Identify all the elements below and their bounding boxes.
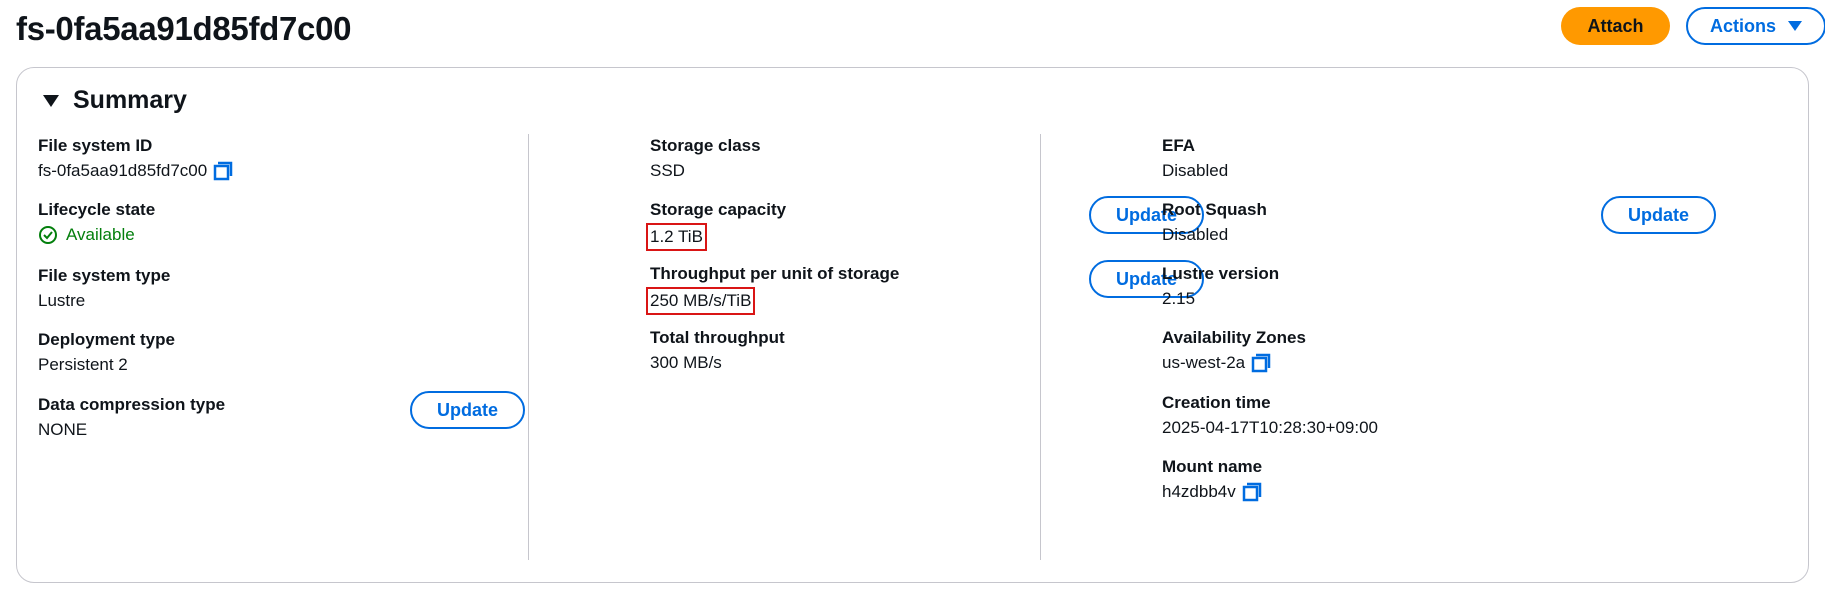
field-label: Lustre version: [1162, 264, 1280, 283]
field-root-squash: Root Squash Disabled: [1162, 198, 1267, 247]
field-data-compression-type: Data compression type NONE: [38, 393, 225, 442]
lifecycle-state-value: Available: [66, 225, 135, 244]
page: fs-0fa5aa91d85fd7c00 Attach Actions Summ…: [0, 0, 1825, 596]
field-file-system-id: File system ID fs-0fa5aa91d85fd7c00: [38, 134, 234, 183]
field-value: 250 MB/s/TiB: [646, 287, 899, 315]
field-file-system-type: File system type Lustre: [38, 264, 170, 313]
field-value: NONE: [38, 420, 88, 439]
field-label: Creation time: [1162, 393, 1271, 412]
file-system-id-value: fs-0fa5aa91d85fd7c00: [38, 161, 208, 180]
field-throughput-per-unit: Throughput per unit of storage 250 MB/s/…: [646, 262, 900, 315]
field-value: Available: [38, 223, 155, 247]
field-label: File system type: [38, 266, 171, 285]
column-divider: [528, 134, 529, 560]
field-value: 300 MB/s: [650, 353, 722, 372]
storage-capacity-value: 1.2 TiB: [646, 223, 707, 251]
page-title: fs-0fa5aa91d85fd7c00: [16, 10, 352, 47]
actions-dropdown-button[interactable]: Actions: [1686, 7, 1825, 45]
update-root-squash-button[interactable]: Update: [1601, 196, 1716, 234]
field-storage-class: Storage class SSD: [650, 134, 761, 183]
column-divider: [1040, 134, 1041, 560]
field-value: fs-0fa5aa91d85fd7c00: [38, 159, 234, 183]
field-label: File system ID: [38, 136, 153, 155]
attach-button[interactable]: Attach: [1561, 7, 1670, 45]
caret-down-icon: [43, 94, 59, 107]
field-value: 2.15: [1162, 289, 1196, 308]
summary-title: Summary: [73, 86, 187, 114]
summary-container: Summary File system ID fs-0fa5aa91d85fd7…: [16, 67, 1809, 583]
field-availability-zones: Availability Zones us-west-2a: [1162, 326, 1306, 375]
field-value: us-west-2a: [1162, 351, 1306, 375]
field-value: Lustre: [38, 291, 86, 310]
field-label: EFA: [1162, 136, 1196, 155]
field-efa: EFA Disabled: [1162, 134, 1228, 183]
caret-down-icon: [1788, 21, 1802, 31]
field-deployment-type: Deployment type Persistent 2: [38, 328, 175, 377]
summary-expand-toggle[interactable]: Summary: [43, 86, 187, 115]
status-positive-icon: [39, 226, 57, 244]
field-value: Disabled: [1162, 225, 1229, 244]
copy-icon[interactable]: [1250, 352, 1272, 374]
field-value: Disabled: [1162, 161, 1229, 180]
field-label: Storage class: [650, 136, 761, 155]
field-lifecycle-state: Lifecycle state Available: [38, 198, 155, 247]
field-label: Deployment type: [38, 330, 175, 349]
field-label: Storage capacity: [650, 200, 787, 219]
field-lustre-version: Lustre version 2.15: [1162, 262, 1279, 311]
field-value: h4zdbb4v: [1162, 480, 1263, 504]
field-label: Total throughput: [650, 328, 785, 347]
copy-icon[interactable]: [1241, 481, 1263, 503]
mount-name-value: h4zdbb4v: [1162, 482, 1236, 501]
field-mount-name: Mount name h4zdbb4v: [1162, 455, 1263, 504]
field-label: Availability Zones: [1162, 328, 1306, 347]
field-label: Mount name: [1162, 457, 1263, 476]
field-storage-capacity: Storage capacity 1.2 TiB: [646, 198, 787, 251]
update-data-compression-button[interactable]: Update: [410, 391, 525, 429]
availability-zones-value: us-west-2a: [1162, 353, 1246, 372]
actions-button-label: Actions: [1709, 15, 1776, 36]
field-value: 2025-04-17T10:28:30+09:00: [1162, 418, 1378, 437]
field-creation-time: Creation time 2025-04-17T10:28:30+09:00: [1162, 391, 1378, 440]
field-label: Root Squash: [1162, 200, 1267, 219]
copy-icon[interactable]: [212, 160, 234, 182]
field-label: Lifecycle state: [38, 200, 156, 219]
field-value: SSD: [650, 161, 685, 180]
page-header: fs-0fa5aa91d85fd7c00 Attach Actions: [16, 6, 1825, 50]
throughput-per-unit-value: 250 MB/s/TiB: [646, 287, 756, 315]
field-label: Throughput per unit of storage: [650, 264, 900, 283]
field-total-throughput: Total throughput 300 MB/s: [650, 326, 785, 375]
field-value: Persistent 2: [38, 355, 128, 374]
field-value: 1.2 TiB: [646, 223, 786, 251]
field-label: Data compression type: [38, 395, 226, 414]
